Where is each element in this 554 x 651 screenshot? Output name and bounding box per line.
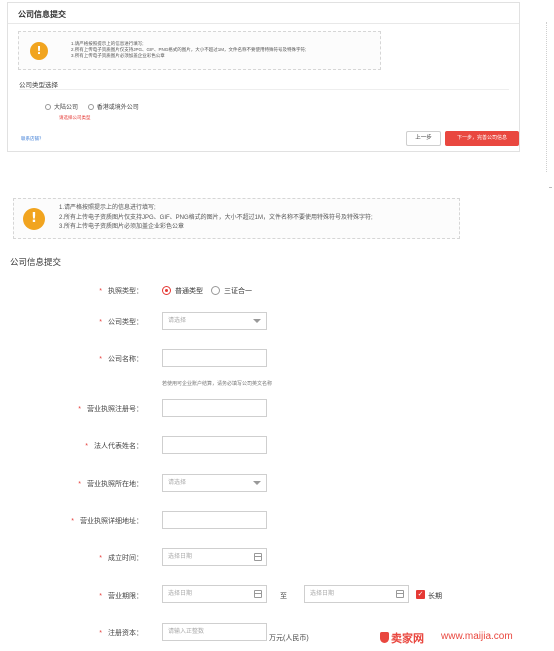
field-label: 执照类型： bbox=[108, 288, 143, 295]
field-label: 营业执照详细地址： bbox=[80, 518, 143, 525]
radio-label: 三证合一 bbox=[224, 288, 252, 295]
radio-circle[interactable] bbox=[87, 103, 94, 110]
capital-label: * 注册资本： bbox=[99, 628, 143, 638]
field-label: 公司类型： bbox=[108, 319, 143, 326]
required-mark: * bbox=[99, 319, 102, 326]
validation-error: 请选择公司类型 bbox=[59, 115, 91, 120]
form-title: 公司信息提交 bbox=[10, 257, 62, 267]
required-mark: * bbox=[99, 288, 102, 295]
term-start-date-picker[interactable]: 选择日期 bbox=[162, 585, 267, 603]
license-address-label: * 营业执照详细地址： bbox=[71, 516, 143, 526]
license-location-select[interactable]: 请选择 bbox=[162, 474, 267, 492]
required-mark: * bbox=[99, 593, 102, 600]
notice-line: 2.所有上传电子资质图片仅支持JPG、GIF、PNG格式的图片，大小不超过1M，… bbox=[59, 214, 373, 221]
license-address-input[interactable] bbox=[162, 511, 267, 529]
license-location-label: * 营业执照所在地： bbox=[78, 479, 143, 489]
license-type-label: * 执照类型： bbox=[99, 286, 143, 296]
long-term-label: 长期 bbox=[428, 593, 442, 600]
required-mark: * bbox=[78, 406, 81, 413]
established-date-picker[interactable]: 选择日期 bbox=[162, 548, 267, 566]
next-step-button[interactable]: 下一步，完善公司信息 bbox=[445, 131, 519, 146]
calendar-icon[interactable] bbox=[254, 553, 262, 561]
notice-box: ! 1.请严格按照提示上的信息进行填写; 2.所有上传电子资质图片仅支持JPG、… bbox=[13, 198, 460, 239]
warning-icon: ! bbox=[23, 208, 45, 230]
legal-rep-input[interactable] bbox=[162, 436, 267, 454]
company-type-panel: 公司信息提交 ! 1.请严格按照提示上的信息进行填写; 2.所有上传电子资质图片… bbox=[7, 2, 520, 152]
term-end-date-picker[interactable]: 选择日期 bbox=[304, 585, 409, 603]
capital-unit: 万元(人民币) bbox=[269, 635, 309, 642]
date-placeholder: 选择日期 bbox=[310, 591, 335, 597]
established-label: * 成立时间： bbox=[99, 553, 143, 563]
calendar-icon[interactable] bbox=[254, 590, 262, 598]
select-placeholder: 请选择 bbox=[168, 480, 187, 486]
input-placeholder: 请输入正整数 bbox=[168, 629, 205, 635]
company-name-label: * 公司名称： bbox=[99, 354, 143, 364]
check-icon[interactable]: ✓ bbox=[416, 590, 425, 599]
dotted-guide bbox=[549, 187, 552, 188]
radio-circle[interactable] bbox=[45, 103, 51, 110]
required-mark: * bbox=[99, 555, 102, 562]
calendar-icon[interactable] bbox=[396, 590, 404, 598]
reg-number-input[interactable] bbox=[162, 399, 267, 417]
field-label: 营业期限： bbox=[108, 593, 143, 600]
required-mark: * bbox=[78, 481, 81, 488]
radio-option-mainland[interactable]: 大陆公司 bbox=[45, 102, 78, 111]
legal-rep-label: * 法人代表姓名： bbox=[85, 441, 143, 451]
notice-box: ! 1.请严格按照提示上的信息进行填写; 2.所有上传电子资质图片仅支持JPG、… bbox=[18, 31, 381, 70]
radio-license-three-in-one[interactable] bbox=[211, 286, 220, 295]
field-label: 成立时间： bbox=[108, 555, 143, 562]
warning-icon: ! bbox=[30, 42, 48, 60]
required-mark: * bbox=[85, 443, 88, 450]
prev-step-button[interactable]: 上一步 bbox=[406, 131, 441, 146]
radio-label: 普通类型 bbox=[175, 288, 203, 295]
company-name-input[interactable] bbox=[162, 349, 267, 367]
select-placeholder: 请选择 bbox=[168, 318, 187, 324]
field-label: 公司名称： bbox=[108, 356, 143, 363]
notice-line: 3.所有上传电子资质图片必须加盖企业彩色公章 bbox=[71, 53, 165, 58]
dotted-guide bbox=[546, 22, 547, 172]
field-label: 注册资本： bbox=[108, 630, 143, 637]
radio-license-normal[interactable] bbox=[162, 286, 171, 295]
required-mark: * bbox=[99, 356, 102, 363]
notice-line: 3.所有上传电子资质图片必须加盖企业彩色公章 bbox=[59, 224, 185, 230]
shield-icon bbox=[380, 632, 389, 643]
reg-number-label: * 营业执照注册号： bbox=[78, 404, 143, 414]
radio-label: 香港或境外公司 bbox=[96, 105, 139, 111]
company-type-label: * 公司类型： bbox=[99, 317, 143, 327]
date-placeholder: 选择日期 bbox=[168, 554, 193, 560]
company-type-section-label: 公司类型选择 bbox=[19, 82, 58, 89]
notice-line: 1.请严格按照提示上的信息进行填写; bbox=[59, 205, 156, 211]
watermark: 卖家网 www.maijia.com bbox=[379, 626, 554, 651]
radio-option-overseas[interactable]: 香港或境外公司 bbox=[87, 102, 139, 111]
divider bbox=[19, 89, 509, 90]
radio-label: 大陆公司 bbox=[54, 105, 79, 111]
company-name-hint: 若使用可企业账户结算，请务必填写公司英文名称 bbox=[162, 381, 273, 387]
company-type-radio-group: 大陆公司 香港或境外公司 bbox=[45, 102, 147, 112]
field-label: 营业执照所在地： bbox=[87, 481, 143, 488]
watermark-url: www.maijia.com bbox=[441, 631, 513, 642]
capital-input[interactable]: 请输入正整数 bbox=[162, 623, 267, 641]
required-mark: * bbox=[99, 630, 102, 637]
field-label: 法人代表姓名： bbox=[94, 443, 143, 450]
business-term-label: * 营业期限： bbox=[99, 591, 143, 601]
required-mark: * bbox=[71, 518, 74, 525]
panel-title: 公司信息提交 bbox=[8, 3, 519, 24]
to-separator: 至 bbox=[280, 593, 287, 600]
date-placeholder: 选择日期 bbox=[168, 591, 193, 597]
watermark-logo: 卖家网 bbox=[391, 633, 424, 645]
help-link[interactable]: 联系店铺？ bbox=[21, 136, 44, 142]
field-label: 营业执照注册号： bbox=[87, 406, 143, 413]
company-type-select[interactable]: 请选择 bbox=[162, 312, 267, 330]
